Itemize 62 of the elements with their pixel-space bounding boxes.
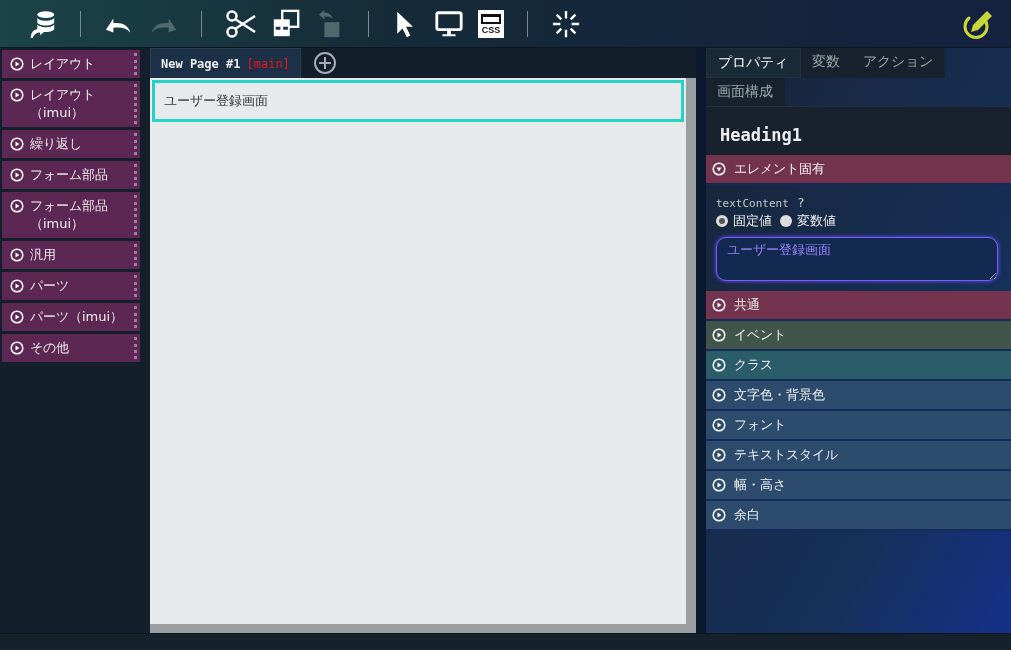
palette-item[interactable]: レイアウト（imui）	[2, 81, 140, 127]
expand-icon	[712, 358, 726, 372]
section-header[interactable]: 幅・高さ	[706, 471, 1011, 501]
palette-item[interactable]: その他	[2, 334, 140, 362]
expand-icon	[712, 418, 726, 432]
play-circle-icon	[10, 310, 24, 324]
palette-label: パーツ	[30, 277, 70, 295]
main-tag: [main]	[246, 56, 290, 71]
play-circle-icon	[10, 88, 24, 102]
page-tab[interactable]: New Page #1 [main]	[150, 48, 301, 78]
section-header[interactable]: エレメント固有	[706, 155, 1011, 185]
horizontal-scrollbar[interactable]	[150, 624, 686, 633]
element-name: Heading1	[706, 106, 1011, 155]
section-header[interactable]: クラス	[706, 351, 1011, 381]
radio-button[interactable]	[780, 215, 792, 227]
expand-icon	[712, 448, 726, 462]
palette-item[interactable]: 繰り返し	[2, 130, 140, 158]
play-circle-icon	[10, 168, 24, 182]
palette-label: フォーム部品（imui）	[30, 197, 109, 233]
section-header[interactable]: 共通	[706, 291, 1011, 321]
play-circle-icon	[10, 199, 24, 213]
panel-tab[interactable]: プロパティ	[706, 48, 801, 78]
heading-element[interactable]: ユーザー登録画面	[152, 80, 684, 122]
section-header[interactable]: テキストスタイル	[706, 441, 1011, 471]
play-circle-icon	[10, 248, 24, 262]
text-content-field[interactable]: ユーザー登録画面	[716, 237, 998, 281]
palette-label: 繰り返し	[30, 135, 83, 153]
expand-icon	[712, 478, 726, 492]
palette-item[interactable]: パーツ（imui）	[2, 303, 140, 331]
expand-icon	[712, 298, 726, 312]
play-circle-icon	[10, 137, 24, 151]
palette-item[interactable]: パーツ	[2, 272, 140, 300]
section-header[interactable]: フォント	[706, 411, 1011, 441]
palette-label: レイアウト（imui）	[30, 86, 96, 122]
panel-tab[interactable]: アクション	[852, 48, 945, 78]
expand-icon	[712, 508, 726, 522]
section-header[interactable]: 文字色・背景色	[706, 381, 1011, 411]
palette-label: レイアウト	[30, 55, 96, 73]
property-name: textContent	[716, 197, 789, 210]
palette-label: フォーム部品	[30, 166, 109, 184]
radio-option[interactable]: 変数値	[780, 212, 836, 230]
section-header[interactable]: イベント	[706, 321, 1011, 351]
panel-tab[interactable]: 画面構成	[706, 78, 785, 106]
palette-item[interactable]: レイアウト	[2, 50, 140, 78]
palette-label: その他	[30, 339, 70, 357]
play-circle-icon	[10, 57, 24, 71]
play-circle-icon	[10, 279, 24, 293]
help-icon[interactable]: ?	[797, 195, 805, 210]
palette-item[interactable]: 汎用	[2, 241, 140, 269]
play-circle-icon	[10, 341, 24, 355]
section-header[interactable]: 余白	[706, 501, 1011, 531]
palette-label: 汎用	[30, 246, 57, 264]
add-page-icon[interactable]	[312, 51, 337, 75]
radio-button[interactable]	[716, 215, 728, 227]
expand-icon	[712, 328, 726, 342]
panel-tab[interactable]: 変数	[801, 48, 852, 78]
expand-icon	[712, 388, 726, 402]
palette-label: パーツ（imui）	[30, 308, 125, 326]
palette-item[interactable]: フォーム部品（imui）	[2, 192, 140, 238]
collapse-icon	[712, 162, 726, 176]
palette-item[interactable]: フォーム部品	[2, 161, 140, 189]
radio-option[interactable]: 固定値	[716, 212, 772, 230]
